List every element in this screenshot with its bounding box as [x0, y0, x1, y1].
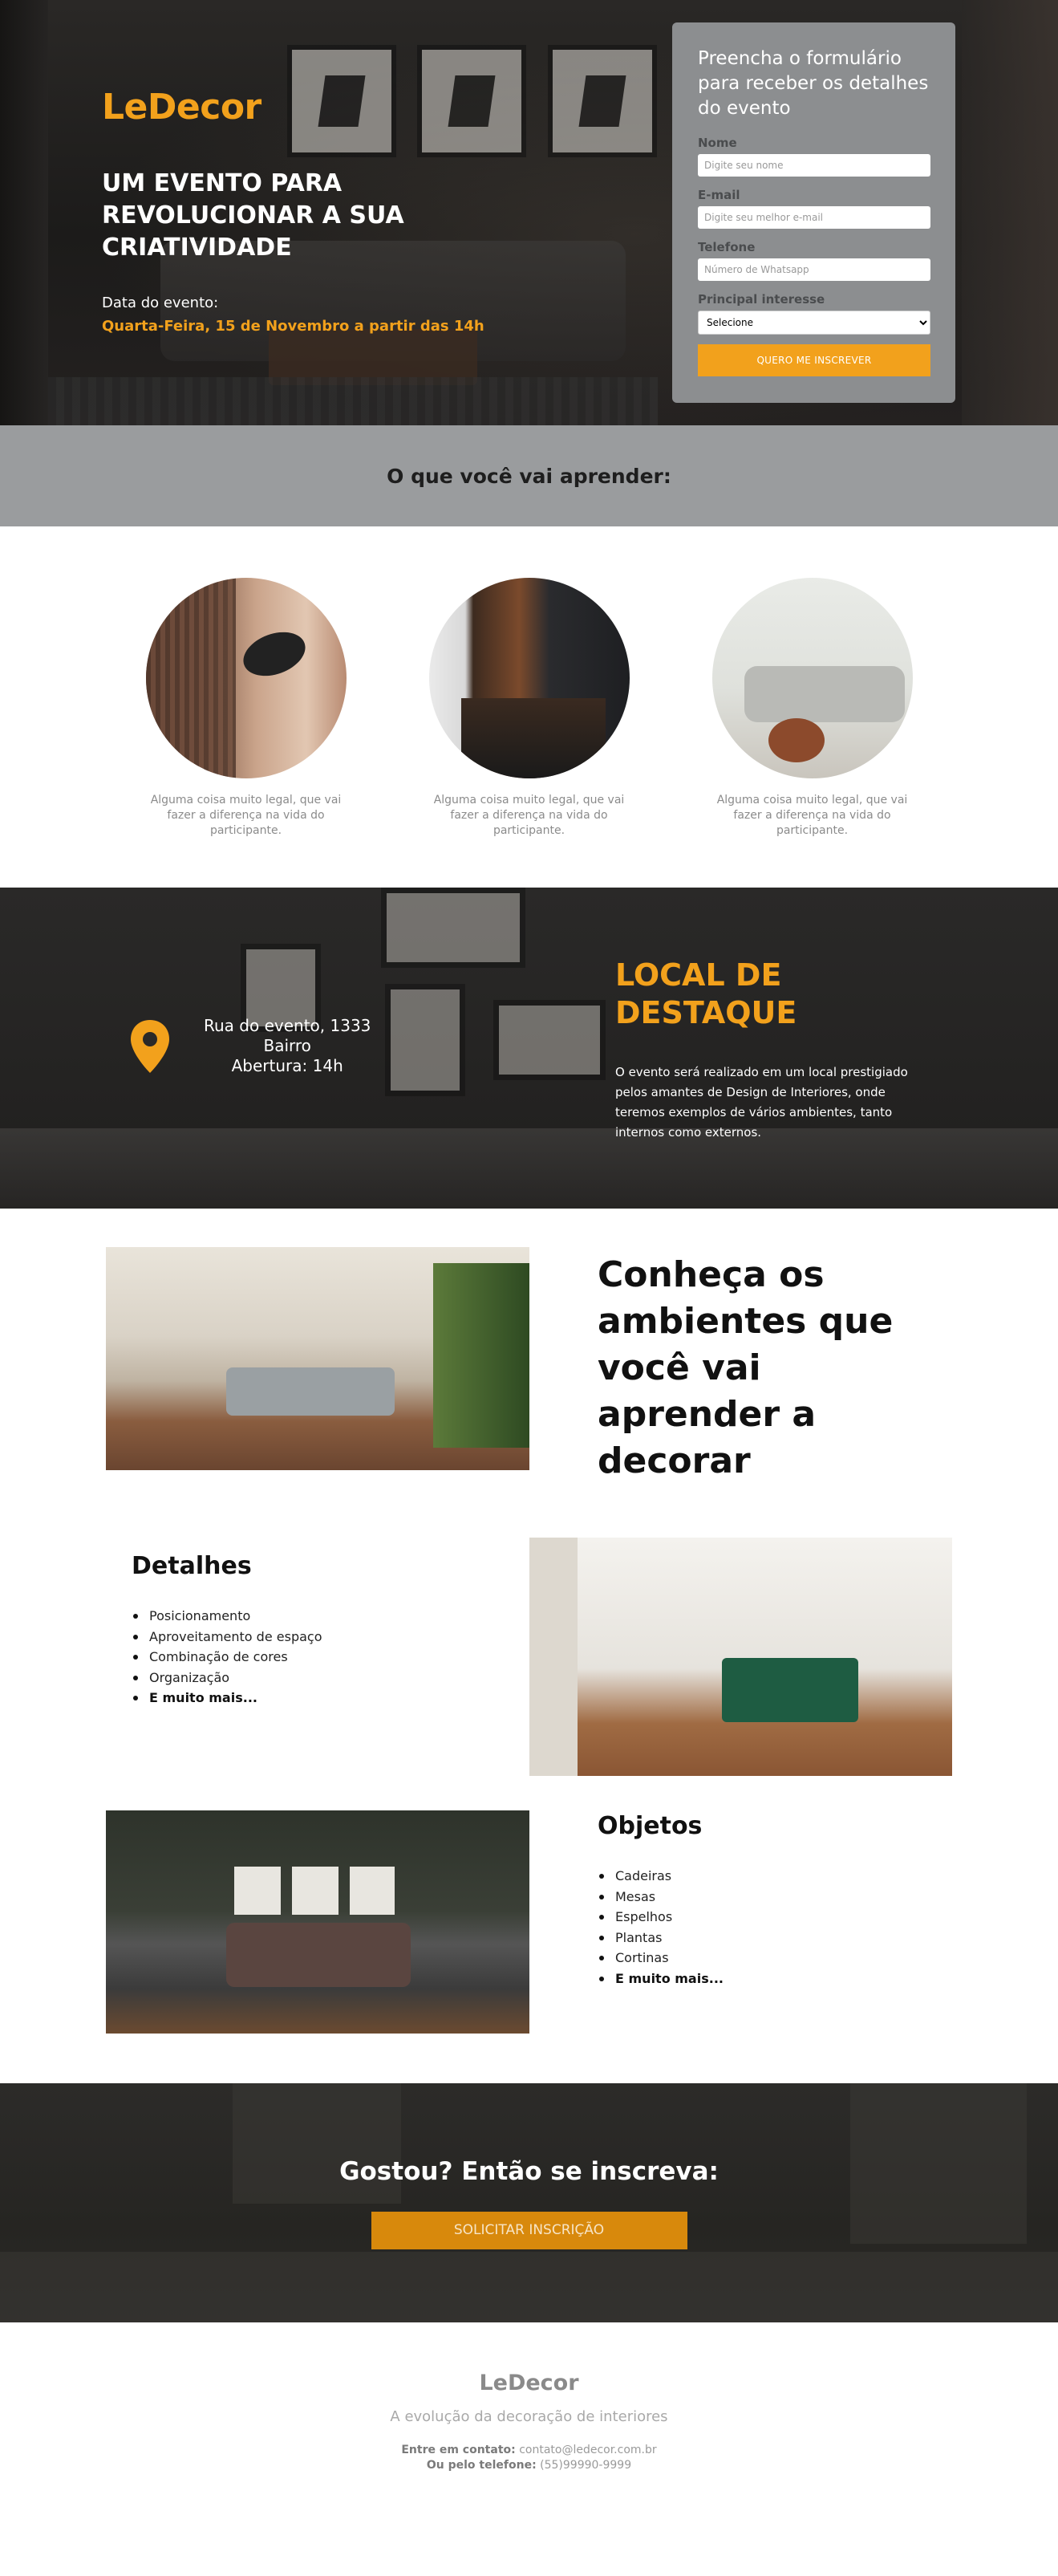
- form-title: Preencha o formulário para receber os de…: [698, 48, 929, 119]
- name-field[interactable]: [698, 154, 930, 177]
- list-item-more: E muito mais...: [598, 1969, 724, 1989]
- hero-section: LeDecor UM EVENTO PARA REVOLUCIONAR A SU…: [0, 0, 1058, 425]
- list-item-more: E muito mais...: [132, 1688, 322, 1709]
- footer-phone[interactable]: (55)99990-9999: [540, 2459, 631, 2472]
- hero-content: LeDecor UM EVENTO PARA REVOLUCIONAR A SU…: [102, 87, 487, 335]
- footer-email-label: Entre em contato:: [401, 2444, 516, 2456]
- dining-room-image: [529, 1538, 952, 1776]
- footer-phone-label: Ou pelo telefone:: [426, 2459, 537, 2472]
- cta-background-window: [850, 2083, 1027, 2244]
- dark-living-room-image: [106, 1810, 529, 2034]
- ambientes-title: Conheça os ambientes que você vai aprend…: [598, 1254, 894, 1481]
- learn-item-image: [145, 578, 347, 778]
- email-label: E-mail: [698, 188, 740, 202]
- objetos-section: Objetos Cadeiras Mesas Espelhos Plantas …: [0, 1810, 1058, 2083]
- brand-logo[interactable]: LeDecor: [102, 87, 487, 128]
- email-field[interactable]: [698, 206, 930, 229]
- footer-email-line: Entre em contato: contato@ledecor.com.br: [0, 2443, 1058, 2458]
- event-date: Quarta-Feira, 15 de Novembro a partir da…: [102, 318, 484, 335]
- hero-background-shelf-right: [962, 0, 1058, 425]
- map-pin-icon: [131, 1019, 169, 1073]
- list-item: Espelhos: [598, 1907, 724, 1928]
- address-neighborhood: Bairro: [263, 1036, 311, 1055]
- interest-select[interactable]: Selecione: [698, 311, 930, 335]
- location-background-frame: [385, 984, 465, 1096]
- detalhes-section: Detalhes Posicionamento Aproveitamento d…: [0, 1514, 1058, 1810]
- list-item: Organização: [132, 1668, 322, 1688]
- phone-field[interactable]: [698, 258, 930, 281]
- hero-title: UM EVENTO PARA REVOLUCIONAR A SUA CRIATI…: [102, 169, 404, 262]
- learn-item-image: [428, 578, 630, 778]
- hero-background-rug: [48, 377, 658, 425]
- ambientes-section: Conheça os ambientes que você vai aprend…: [0, 1209, 1058, 1514]
- cta-title: Gostou? Então se inscreva:: [339, 2156, 719, 2186]
- learn-header: O que você vai aprender:: [0, 425, 1058, 526]
- location-background-frame: [381, 888, 525, 968]
- address-opening: Abertura: 14h: [231, 1056, 343, 1075]
- footer-tagline: A evolução da decoração de interiores: [390, 2408, 668, 2425]
- list-item: Cortinas: [598, 1948, 724, 1969]
- list-item: Posicionamento: [132, 1606, 322, 1627]
- location-info: LOCAL DE DESTAQUE O evento será realizad…: [615, 957, 928, 1143]
- location-title: LOCAL DE DESTAQUE: [615, 957, 797, 1030]
- signup-form: Preencha o formulário para receber os de…: [672, 22, 955, 403]
- learn-title: O que você vai aprender:: [387, 464, 671, 488]
- subscribe-button[interactable]: QUERO ME INSCREVER: [698, 344, 930, 376]
- location-address: Rua do evento, 1333 Bairro Abertura: 14h: [204, 1016, 371, 1076]
- footer-email[interactable]: contato@ledecor.com.br: [519, 2444, 656, 2456]
- detalhes-list: Posicionamento Aproveitamento de espaço …: [132, 1606, 322, 1709]
- living-room-image: [106, 1247, 529, 1470]
- objetos-list: Cadeiras Mesas Espelhos Plantas Cortinas…: [598, 1866, 724, 1989]
- learn-item: Alguma coisa muito legal, que vai fazer …: [145, 578, 347, 888]
- learn-item: Alguma coisa muito legal, que vai fazer …: [711, 578, 913, 888]
- address-street: Rua do evento, 1333: [204, 1016, 371, 1035]
- learn-item-text: Alguma coisa muito legal, que vai fazer …: [150, 794, 342, 837]
- location-address-block: Rua do evento, 1333 Bairro Abertura: 14h: [128, 1016, 371, 1076]
- footer-contact: Entre em contato: contato@ledecor.com.br…: [0, 2443, 1058, 2473]
- request-subscription-button[interactable]: SOLICITAR INSCRIÇÃO: [371, 2211, 687, 2249]
- cta-background-floor: [0, 2252, 1058, 2322]
- learn-item-text: Alguma coisa muito legal, que vai fazer …: [433, 794, 625, 837]
- learn-items: Alguma coisa muito legal, que vai fazer …: [0, 526, 1058, 888]
- location-background-frame: [493, 1000, 606, 1080]
- cta-background-window: [233, 2083, 401, 2204]
- list-item: Cadeiras: [598, 1866, 724, 1887]
- objetos-title: Objetos: [598, 1812, 703, 1840]
- location-section: Rua do evento, 1333 Bairro Abertura: 14h…: [0, 888, 1058, 1209]
- objetos-content: Objetos Cadeiras Mesas Espelhos Plantas …: [598, 1812, 724, 1989]
- cta-section: Gostou? Então se inscreva: SOLICITAR INS…: [0, 2083, 1058, 2322]
- list-item: Combinação de cores: [132, 1647, 322, 1668]
- phone-label: Telefone: [698, 240, 756, 254]
- footer: LeDecor A evolução da decoração de inter…: [0, 2322, 1058, 2488]
- hero-background-shelf: [0, 0, 48, 425]
- name-label: Nome: [698, 136, 737, 150]
- list-item: Mesas: [598, 1887, 724, 1908]
- list-item: Aproveitamento de espaço: [132, 1627, 322, 1648]
- hero-background-art: [548, 45, 657, 157]
- learn-item: Alguma coisa muito legal, que vai fazer …: [428, 578, 630, 888]
- detalhes-title: Detalhes: [132, 1552, 252, 1580]
- list-item: Plantas: [598, 1928, 724, 1948]
- learn-item-image: [711, 578, 913, 778]
- detalhes-content: Detalhes Posicionamento Aproveitamento d…: [132, 1552, 322, 1709]
- location-description: O evento será realizado em um local pres…: [615, 1065, 908, 1140]
- footer-logo[interactable]: LeDecor: [0, 2371, 1058, 2395]
- learn-item-text: Alguma coisa muito legal, que vai fazer …: [716, 794, 908, 837]
- event-date-label: Data do evento:: [102, 295, 219, 311]
- footer-phone-line: Ou pelo telefone: (55)99990-9999: [0, 2458, 1058, 2473]
- interest-label: Principal interesse: [698, 292, 825, 307]
